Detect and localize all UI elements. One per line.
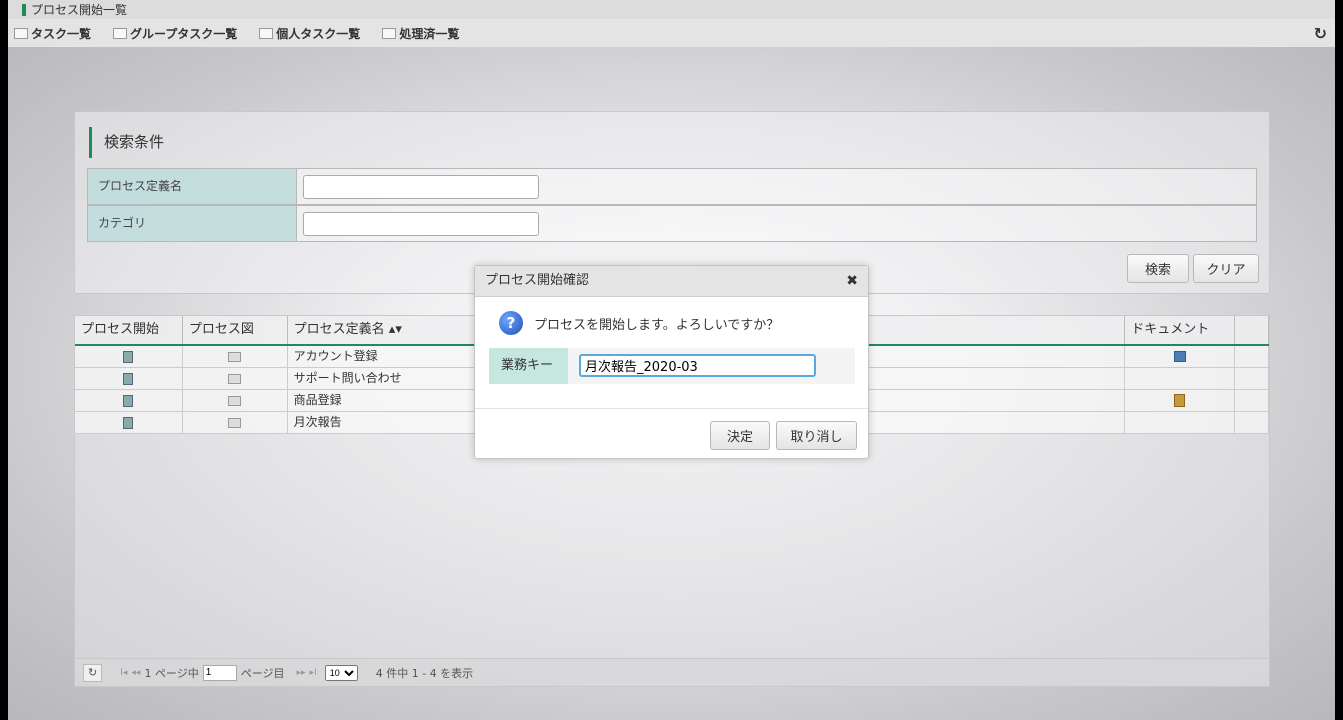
pager-summary: 4 件中 1 - 4 を表示 <box>375 666 474 680</box>
menu-bar: タスク一覧 グループタスク一覧 個人タスク一覧 処理済一覧 ↻ <box>8 19 1335 47</box>
process-diagram-icon[interactable] <box>228 351 242 362</box>
last-page-icon[interactable]: ▸I <box>310 668 317 678</box>
prev-page-icon[interactable]: ◂◂ <box>131 668 140 678</box>
dialog-divider <box>475 408 868 409</box>
window-icon <box>113 27 128 39</box>
next-page-icon[interactable]: ▸▸ <box>297 668 306 678</box>
pager: ↻ I◂ ◂◂ 1 ページ中 ページ目 ▸▸ ▸I 10 4 件中 1 - 4 … <box>75 658 1269 686</box>
start-process-icon[interactable] <box>123 372 134 385</box>
menu-personal-task-list[interactable]: 個人タスク一覧 <box>259 25 360 42</box>
business-key-label: 業務キー <box>489 348 568 384</box>
clear-button[interactable]: クリア <box>1193 254 1259 283</box>
confirm-button[interactable]: 決定 <box>710 421 770 450</box>
window-title: プロセス開始一覧 <box>31 3 128 17</box>
window-icon <box>259 27 274 39</box>
condition-label: プロセス定義名 <box>88 169 297 204</box>
window-icon <box>14 27 28 39</box>
column-header-document: ドキュメント <box>1125 316 1236 344</box>
pager-prefix: 1 ページ中 <box>144 666 199 680</box>
process-diagram-icon[interactable] <box>228 395 242 406</box>
process-name-input[interactable] <box>303 175 539 199</box>
refresh-icon[interactable]: ↻ <box>1314 24 1327 43</box>
category-input[interactable] <box>303 212 539 236</box>
first-page-icon[interactable]: I◂ <box>120 668 127 678</box>
question-icon: ? <box>499 311 523 335</box>
menu-processed-list[interactable]: 処理済一覧 <box>382 25 459 42</box>
page-size-select[interactable]: 10 <box>324 664 358 681</box>
condition-row-category: カテゴリ <box>87 205 1257 242</box>
business-key-input[interactable] <box>579 354 816 377</box>
column-header-diagram: プロセス図 <box>183 316 288 344</box>
menu-label: タスク一覧 <box>31 26 92 41</box>
window-icon <box>382 27 397 39</box>
title-bar: プロセス開始一覧 <box>8 0 1335 19</box>
dialog-header: プロセス開始確認 ✖ <box>475 266 868 297</box>
search-button[interactable]: 検索 <box>1127 254 1189 283</box>
column-header-start: プロセス開始 <box>75 316 183 344</box>
close-icon[interactable]: ✖ <box>846 266 858 296</box>
start-process-icon[interactable] <box>123 416 134 429</box>
process-diagram-icon[interactable] <box>228 373 242 384</box>
cancel-button[interactable]: 取り消し <box>776 421 857 450</box>
menu-label: グループタスク一覧 <box>130 26 238 41</box>
menu-task-list[interactable]: タスク一覧 <box>14 25 91 42</box>
pager-refresh-icon[interactable]: ↻ <box>83 663 103 682</box>
pager-suffix: ページ目 <box>240 666 285 680</box>
start-process-icon[interactable] <box>123 394 134 407</box>
process-diagram-icon[interactable] <box>228 417 242 428</box>
menu-group-task-list[interactable]: グループタスク一覧 <box>113 25 237 42</box>
business-key-row: 業務キー <box>489 348 855 384</box>
process-start-dialog: プロセス開始確認 ✖ ? プロセスを開始します。よろしいですか？ 業務キー 決定… <box>474 265 869 459</box>
column-header-spacer <box>1235 316 1269 344</box>
page-number-input[interactable] <box>202 664 237 681</box>
menu-label: 処理済一覧 <box>399 26 460 41</box>
book-icon[interactable] <box>1174 394 1186 407</box>
dialog-message: プロセスを開始します。よろしいですか？ <box>534 317 780 333</box>
condition-row-process-name: プロセス定義名 <box>87 168 1257 205</box>
menu-label: 個人タスク一覧 <box>276 26 361 41</box>
dialog-message-row: ? プロセスを開始します。よろしいですか？ <box>499 311 779 335</box>
title-accent-bar <box>22 3 26 16</box>
condition-label: カテゴリ <box>88 206 297 241</box>
dialog-title: プロセス開始確認 <box>485 273 590 288</box>
external-link-icon[interactable] <box>1173 351 1186 362</box>
search-title: 検索条件 <box>89 127 164 158</box>
start-process-icon[interactable] <box>123 350 134 363</box>
